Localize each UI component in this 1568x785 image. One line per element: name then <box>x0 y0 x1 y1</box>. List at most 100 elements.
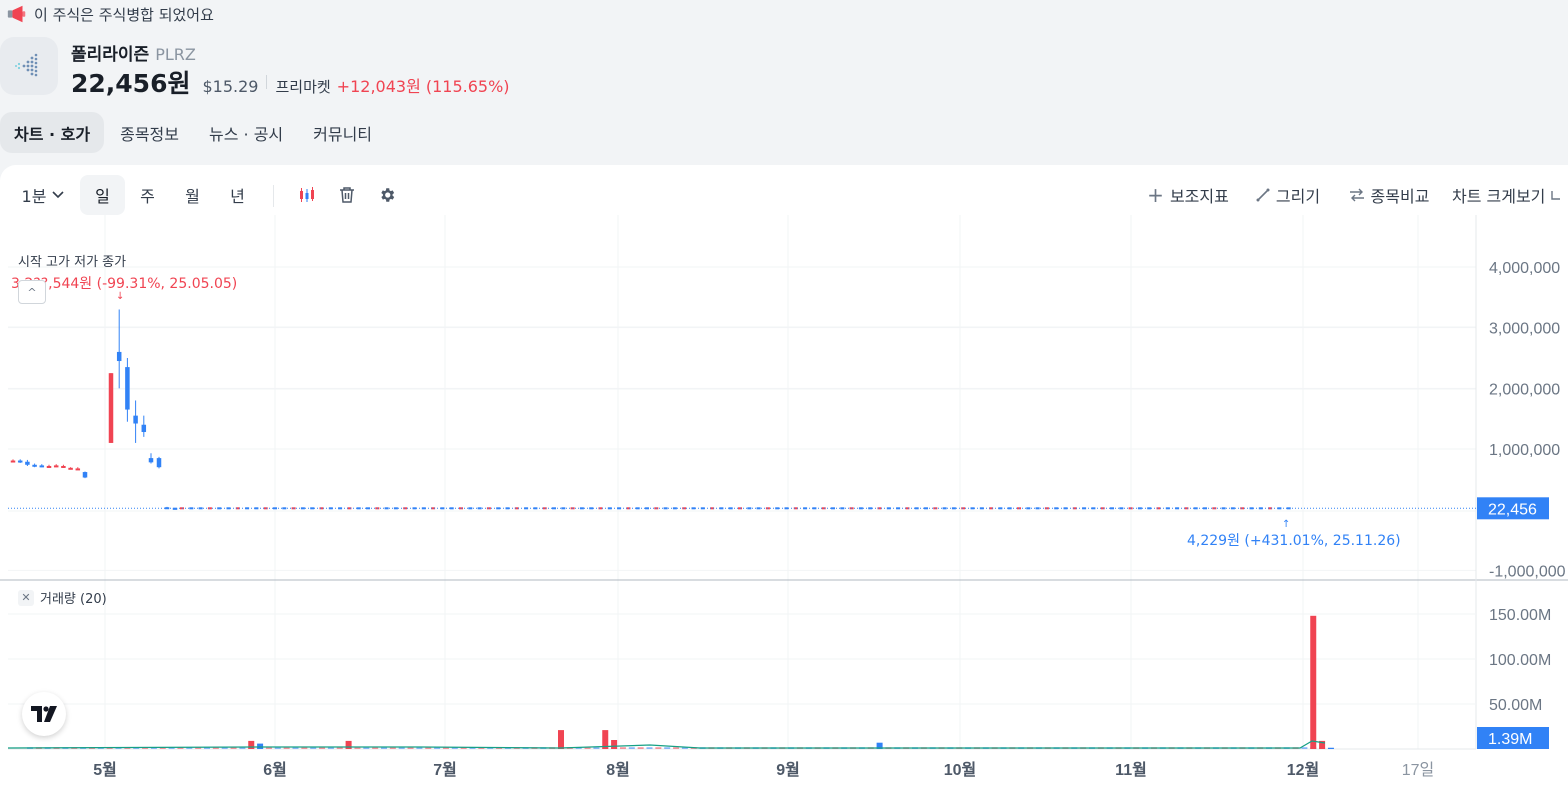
candle-body <box>217 507 222 510</box>
indicator-button[interactable]: + 보조지표 <box>1140 175 1236 215</box>
premarket-label: 프리마켓 <box>275 78 331 96</box>
time-axis-tick-label: 11월 <box>1115 761 1147 779</box>
volume-axis-tick-label: 150.00M <box>1489 607 1551 624</box>
period-month[interactable]: 월 <box>170 175 215 215</box>
volume-bar <box>558 730 564 749</box>
candle-body <box>1286 507 1291 510</box>
candle-type-button[interactable] <box>292 175 322 215</box>
candle-body <box>116 351 122 362</box>
volume-bar <box>593 747 600 749</box>
tab-news[interactable]: 뉴스 · 공시 <box>195 112 297 153</box>
candle-body <box>356 507 361 510</box>
candle-body <box>868 507 873 510</box>
current-price-label: 22,456 <box>1488 501 1537 518</box>
gear-icon <box>381 188 395 202</box>
chart-toolbar: 1분 일 주 월 년 + 보조지표 그리기 종목비교 차트 크게보기 <box>0 175 1568 215</box>
period-day[interactable]: 일 <box>80 175 125 215</box>
volume-legend-label: 거래량 (20) <box>40 592 107 607</box>
volume-axis-tick-label: 50.00M <box>1489 697 1542 714</box>
current-price: 22,456원 <box>71 69 191 98</box>
pencil-icon <box>1256 188 1270 202</box>
delete-button[interactable] <box>332 175 362 215</box>
stock-name: 폴리라이즌 <box>71 45 150 65</box>
candle-body <box>961 507 966 510</box>
low-annotation: 4,229원 (+431.01%, 25.11.26) <box>1187 533 1401 549</box>
volume-bar <box>637 747 644 749</box>
volume-bar <box>1310 615 1317 749</box>
period-week[interactable]: 주 <box>125 175 170 215</box>
chevron-down-icon <box>52 191 65 199</box>
candle-body <box>1007 507 1012 510</box>
candle-body <box>1100 507 1105 510</box>
close-icon[interactable]: ✕ <box>18 589 34 606</box>
polyrizon-logo-icon <box>15 53 38 77</box>
candle-body <box>1240 507 1245 510</box>
candle-body <box>914 507 919 510</box>
tab-chart-orderbook[interactable]: 차트 · 호가 <box>0 112 105 153</box>
period-year[interactable]: 년 <box>215 175 260 215</box>
enlarge-label: 차트 크게보기 <box>1452 187 1546 206</box>
ohlc-legend: 시작 고가 저가 종가 <box>18 255 127 270</box>
volume-bar <box>619 747 626 749</box>
time-axis-tick-label: 12월 <box>1287 761 1320 779</box>
candle-body <box>403 507 408 510</box>
swap-arrows-icon <box>1349 188 1364 202</box>
volume-ma-line <box>7 740 1326 749</box>
tab-community[interactable]: 커뮤니티 <box>299 112 386 153</box>
candle-body <box>108 373 114 443</box>
candle-body <box>156 458 162 468</box>
stock-title: 폴리라이즌 PLRZ <box>71 40 196 65</box>
compare-label: 종목비교 <box>1370 187 1430 206</box>
tradingview-icon <box>31 706 57 722</box>
volume-bar <box>1301 747 1308 749</box>
stock-tabs: 차트 · 호가 종목정보 뉴스 · 공시 커뮤니티 <box>0 112 388 153</box>
settings-button[interactable] <box>372 175 402 215</box>
tab-stock-info[interactable]: 종목정보 <box>106 112 193 153</box>
price-volume-chart[interactable]: 4,000,000 3,000,000 2,000,000 1,000,000 -1,0… <box>0 215 1568 785</box>
draw-button[interactable]: 그리기 <box>1248 175 1328 215</box>
notice-text: 이 주식은 주식병합 되었어요 <box>34 5 214 24</box>
price-axis-tick-label: 3,000,000 <box>1489 321 1560 338</box>
indicator-label: 보조지표 <box>1169 187 1229 206</box>
interval-label: 1분 <box>21 187 47 206</box>
volume-bar <box>628 747 635 749</box>
candle-body <box>17 460 23 463</box>
interval-select[interactable]: 1분 <box>14 175 72 215</box>
compare-button[interactable]: 종목비교 <box>1342 175 1436 215</box>
candle-body <box>1147 507 1152 510</box>
candle-body <box>75 468 81 471</box>
tradingview-logo[interactable] <box>22 692 66 736</box>
megaphone-icon <box>7 5 26 23</box>
candle-body <box>589 507 594 510</box>
enlarge-chart-button[interactable]: 차트 크게보기 <box>1452 175 1568 215</box>
candle-body <box>61 465 66 468</box>
candle-body <box>728 507 733 510</box>
candle-body <box>1193 507 1198 510</box>
low-marker-arrow: ↑ <box>1282 519 1290 530</box>
candle-body <box>25 461 30 465</box>
volume-bar <box>345 740 352 749</box>
candle-body <box>310 507 315 510</box>
price-change: +12,043원 (115.65%) <box>336 77 510 96</box>
price-row: 22,456원 $15.29 프리마켓 +12,043원 (115.65%) <box>71 64 510 100</box>
candle-body <box>141 424 147 433</box>
candle-body <box>682 507 687 510</box>
stock-ticker: PLRZ <box>155 45 196 64</box>
volume-bar <box>257 743 264 749</box>
legend-collapse-button[interactable]: ^ <box>18 280 46 304</box>
candle-body <box>68 467 73 470</box>
candle-body <box>821 507 826 510</box>
price-usd: $15.29 <box>202 77 259 96</box>
toolbar-divider <box>273 185 274 207</box>
stock-logo <box>0 37 58 95</box>
candle-body <box>449 507 454 510</box>
time-axis-tick-label: 9월 <box>776 761 800 779</box>
volume-bar <box>646 747 653 749</box>
trash-icon <box>340 187 354 203</box>
candle-body <box>148 458 154 463</box>
candle-body <box>46 465 52 468</box>
price-axis-tick-label: 2,000,000 <box>1489 381 1560 398</box>
time-axis-tick-label: 8월 <box>606 761 630 779</box>
candle-body <box>1054 507 1059 510</box>
candle-body <box>10 460 16 463</box>
